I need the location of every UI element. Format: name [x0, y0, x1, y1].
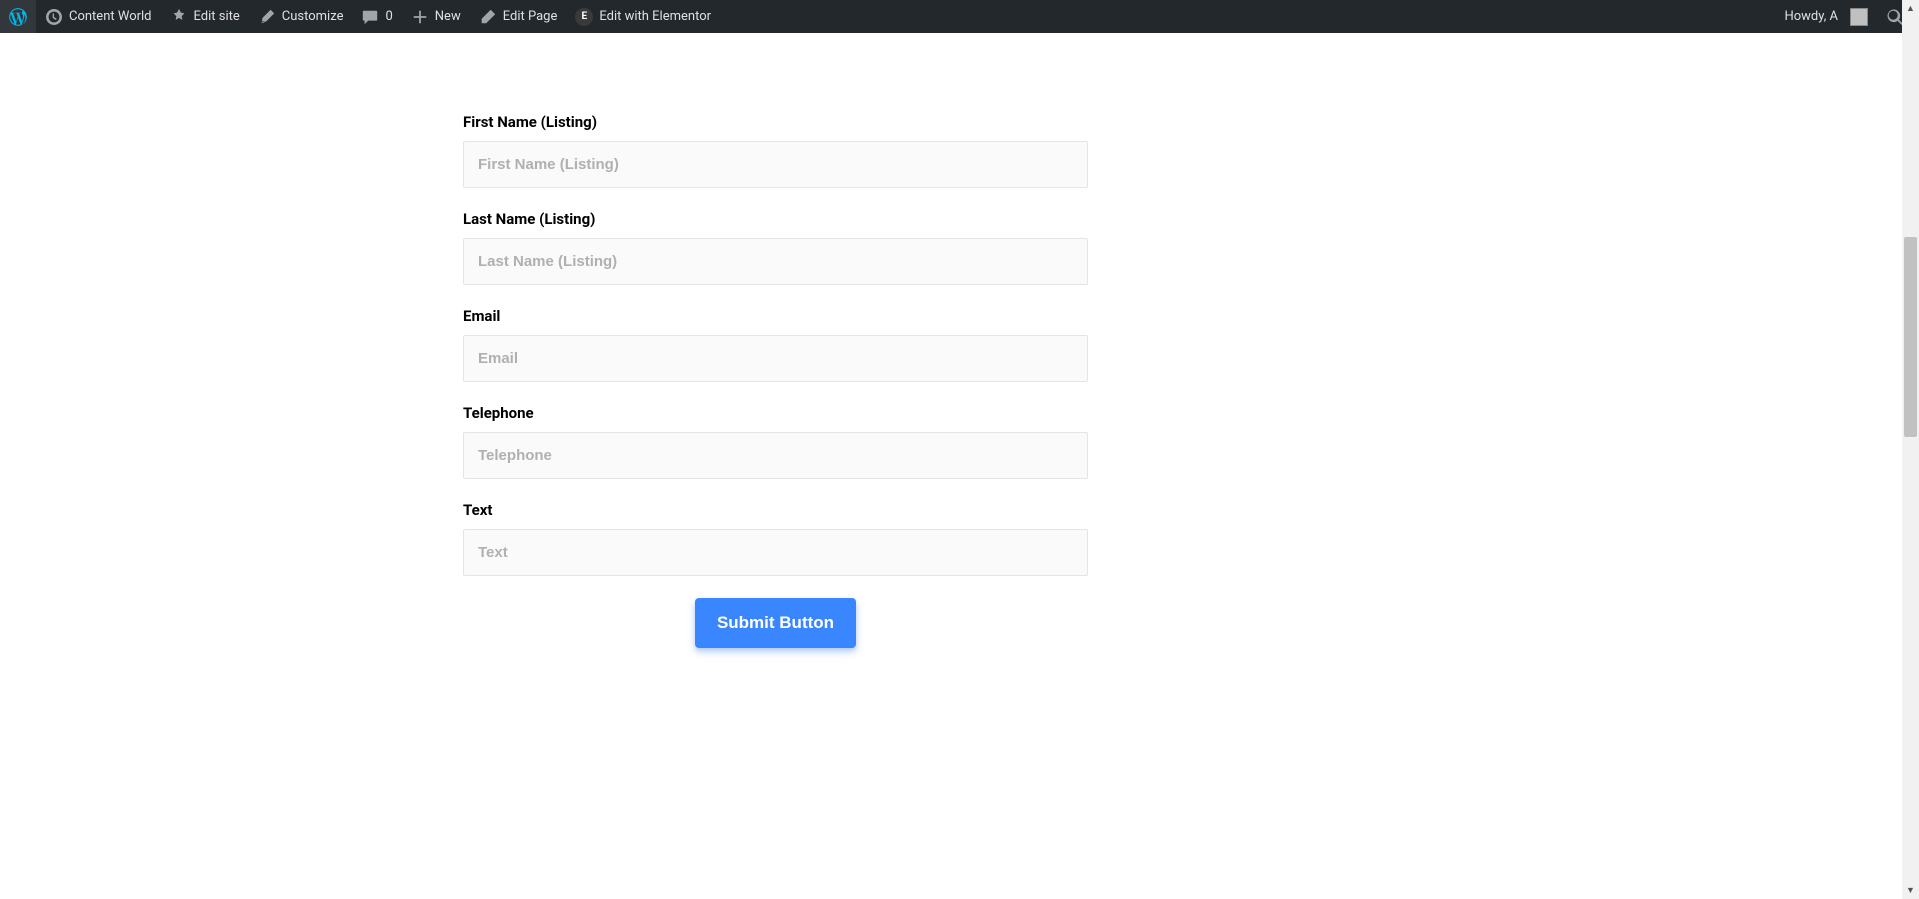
- text-input[interactable]: [463, 529, 1088, 576]
- vertical-scrollbar[interactable]: ▲ ▼: [1902, 0, 1919, 899]
- field-group-email: Email: [463, 307, 1088, 382]
- wp-admin-bar: Content World Edit site Customize 0 New: [0, 0, 1919, 33]
- scroll-thumb[interactable]: [1904, 237, 1917, 437]
- new-label: New: [435, 9, 461, 24]
- comments-count: 0: [385, 9, 392, 24]
- wordpress-icon: [9, 8, 27, 26]
- customize-link[interactable]: Customize: [249, 0, 353, 33]
- edit-elementor-link[interactable]: E Edit with Elementor: [566, 0, 720, 33]
- edit-page-label: Edit Page: [503, 9, 558, 24]
- email-label: Email: [463, 307, 1088, 325]
- scroll-track[interactable]: [1902, 17, 1919, 882]
- avatar: [1850, 8, 1868, 26]
- greeting-label: Howdy, A: [1784, 9, 1838, 24]
- submit-wrap: Submit Button: [463, 598, 1088, 648]
- comment-icon: [361, 8, 379, 26]
- site-name-link[interactable]: Content World: [36, 0, 161, 33]
- pencil-icon: [479, 8, 497, 26]
- scroll-up-arrow-icon[interactable]: ▲: [1902, 0, 1919, 17]
- field-group-first-name: First Name (Listing): [463, 113, 1088, 188]
- new-link[interactable]: New: [402, 0, 470, 33]
- field-group-telephone: Telephone: [463, 404, 1088, 479]
- field-group-text: Text: [463, 501, 1088, 576]
- plus-icon: [411, 8, 429, 26]
- field-group-last-name: Last Name (Listing): [463, 210, 1088, 285]
- last-name-input[interactable]: [463, 238, 1088, 285]
- text-label: Text: [463, 501, 1088, 519]
- email-input[interactable]: [463, 335, 1088, 382]
- account-link[interactable]: Howdy, A: [1775, 0, 1877, 33]
- comments-link[interactable]: 0: [352, 0, 401, 33]
- last-name-label: Last Name (Listing): [463, 210, 1088, 228]
- telephone-input[interactable]: [463, 432, 1088, 479]
- brush-icon: [258, 8, 276, 26]
- edit-site-link[interactable]: Edit site: [161, 0, 249, 33]
- submit-button[interactable]: Submit Button: [695, 598, 856, 648]
- first-name-label: First Name (Listing): [463, 113, 1088, 131]
- customize-label: Customize: [282, 9, 344, 24]
- page-canvas: First Name (Listing) Last Name (Listing)…: [0, 33, 1902, 648]
- scroll-down-arrow-icon[interactable]: ▼: [1902, 882, 1919, 899]
- edit-site-label: Edit site: [194, 9, 240, 24]
- site-name-label: Content World: [69, 9, 152, 24]
- contact-form: First Name (Listing) Last Name (Listing)…: [463, 113, 1088, 648]
- pin-icon: [170, 8, 188, 26]
- edit-page-link[interactable]: Edit Page: [470, 0, 567, 33]
- edit-elementor-label: Edit with Elementor: [599, 9, 711, 24]
- telephone-label: Telephone: [463, 404, 1088, 422]
- dashboard-icon: [45, 8, 63, 26]
- first-name-input[interactable]: [463, 141, 1088, 188]
- wp-logo[interactable]: [0, 0, 36, 33]
- elementor-icon: E: [575, 8, 593, 26]
